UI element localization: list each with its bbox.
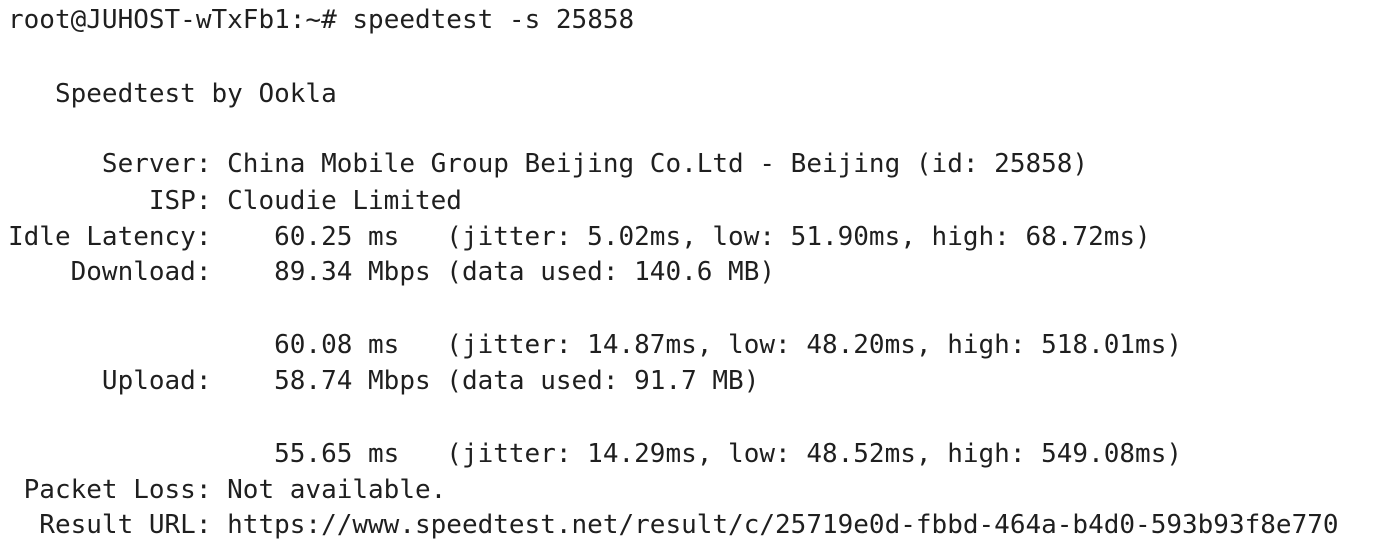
output-download-latency: 60.08 ms (jitter: 14.87ms, low: 48.20ms,… (8, 330, 1182, 360)
command-line: root@JUHOST-wTxFb1:~# speedtest -s 25858 (8, 2, 634, 38)
output-upload: Upload: 58.74 Mbps (data used: 91.7 MB) (8, 366, 760, 396)
command-text: speedtest -s 25858 (352, 5, 635, 35)
output-server: Server: China Mobile Group Beijing Co.Lt… (8, 149, 1089, 179)
output-upload-latency: 55.65 ms (jitter: 14.29ms, low: 48.52ms,… (8, 439, 1182, 469)
output-download: Download: 89.34 Mbps (data used: 140.6 M… (8, 257, 776, 287)
output-idle-latency: Idle Latency: 60.25 ms (jitter: 5.02ms, … (8, 222, 1151, 252)
output-result-url[interactable]: Result URL: https://www.speedtest.net/re… (8, 507, 1338, 543)
output-title: Speedtest by Ookla (8, 79, 337, 109)
shell-prompt: root@JUHOST-wTxFb1:~# (8, 5, 337, 35)
output-isp: ISP: Cloudie Limited (8, 186, 462, 216)
terminal-window[interactable]: root@JUHOST-wTxFb1:~# speedtest -s 25858… (0, 0, 1398, 542)
output-packet-loss: Packet Loss: Not available. (8, 475, 447, 505)
